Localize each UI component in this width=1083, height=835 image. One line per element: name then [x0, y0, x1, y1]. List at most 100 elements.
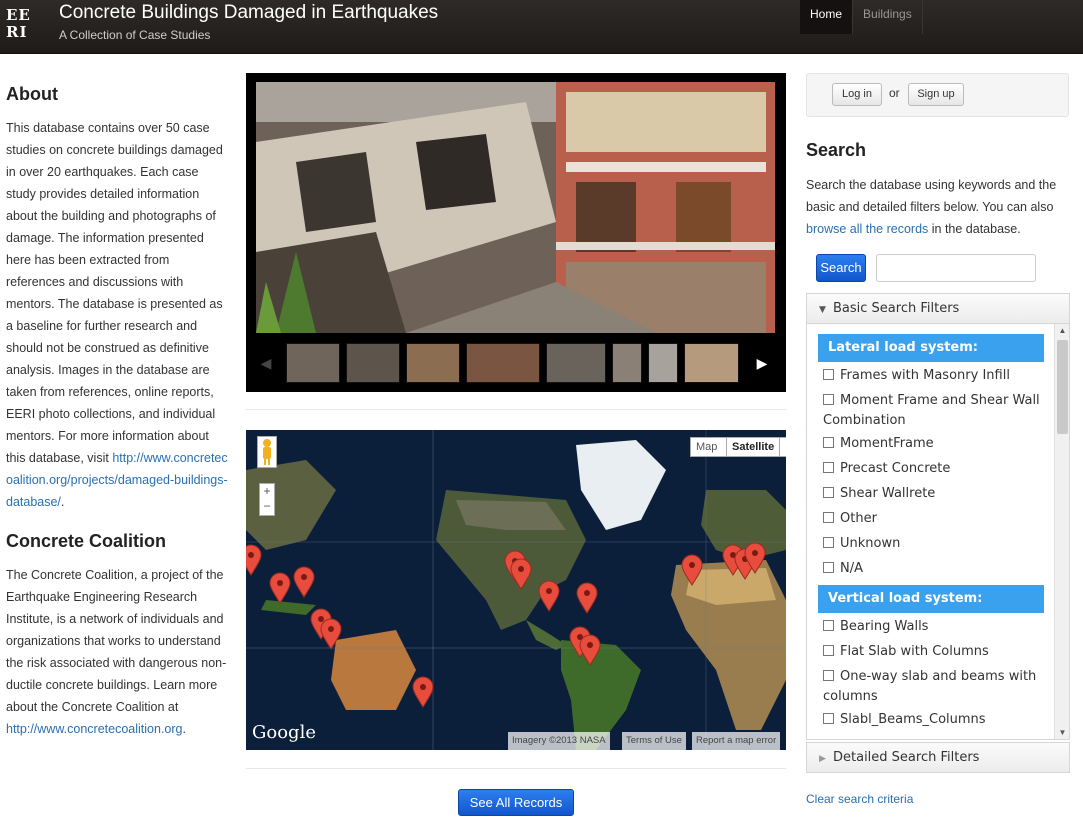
map-type-satellite-button[interactable]: Satellite	[726, 437, 781, 457]
filter-option-label: Frames with Masonry Infill	[840, 368, 1010, 383]
basic-filters-label: Basic Search Filters	[833, 301, 960, 316]
nav-home[interactable]: Home	[800, 0, 854, 34]
filter-option[interactable]: Frames with Masonry Infill	[823, 366, 1051, 386]
caret-right-icon: ▶	[819, 754, 826, 764]
filter-option[interactable]: Moment Frame and Shear Wall Combination	[823, 391, 1051, 431]
coalition-link-suffix: .	[182, 722, 186, 736]
thumbnail[interactable]	[466, 343, 540, 383]
filter-option[interactable]: Precast Concrete	[823, 459, 1051, 479]
filter-option-label: Unknown	[840, 536, 901, 551]
satellite-map[interactable]: + − Map Satellite Google Imagery ©2013 N…	[246, 430, 786, 750]
map-marker-icon[interactable]	[681, 554, 703, 586]
map-marker-icon[interactable]	[320, 618, 342, 650]
basic-search-filters-toggle[interactable]: ▼ Basic Search Filters	[806, 293, 1070, 324]
checkbox[interactable]	[823, 462, 834, 473]
search-heading: Search	[806, 140, 867, 160]
top-navbar: EE RI Concrete Buildings Damaged in Eart…	[0, 0, 1083, 54]
thumbnail[interactable]	[612, 343, 642, 383]
checkbox[interactable]	[823, 645, 834, 656]
account-box: Log in or Sign up	[806, 73, 1069, 117]
filter-option[interactable]: Flat Slab with Columns	[823, 642, 1051, 662]
thumbnail[interactable]	[286, 343, 340, 383]
filter-option[interactable]: Shear Wallrete	[823, 484, 1051, 504]
filter-option[interactable]: One-way slab and beams with columns	[823, 667, 1051, 707]
google-logo[interactable]: Google	[252, 722, 316, 743]
filter-option[interactable]: Bearing Walls	[823, 617, 1051, 637]
map-marker-icon[interactable]	[246, 544, 262, 576]
signup-button[interactable]: Sign up	[908, 83, 964, 106]
coalition-text: The Concrete Coalition, a project of the…	[6, 564, 228, 740]
coalition-body: The Concrete Coalition, a project of the…	[6, 568, 227, 714]
thumbnail[interactable]	[648, 343, 678, 383]
thumbnail[interactable]	[346, 343, 400, 383]
map-marker-icon[interactable]	[412, 676, 434, 708]
about-link-suffix: .	[60, 495, 65, 509]
svg-text:EE: EE	[6, 6, 31, 24]
map-report-error-link[interactable]: Report a map error	[692, 732, 781, 750]
thumbnail[interactable]	[546, 343, 606, 383]
detailed-search-filters-toggle[interactable]: ▶ Detailed Search Filters	[806, 742, 1070, 773]
scroll-down-icon[interactable]: ▼	[1055, 726, 1069, 739]
lateral-load-heading: Lateral load system:	[818, 334, 1044, 362]
divider	[246, 409, 786, 410]
map-imagery-credit: Imagery ©2013 NASA	[508, 732, 610, 750]
basic-filters-panel: Lateral load system: Frames with Masonry…	[806, 324, 1070, 740]
about-text: This database contains over 50 case stud…	[6, 117, 228, 513]
map-marker-icon[interactable]	[293, 566, 315, 598]
see-all-records-button[interactable]: See All Records	[458, 789, 574, 816]
thumbnail[interactable]	[406, 343, 460, 383]
filter-scrollbar[interactable]: ▲ ▼	[1054, 324, 1069, 739]
search-input[interactable]	[876, 254, 1036, 282]
thumbnail[interactable]	[684, 343, 739, 383]
eeri-logo[interactable]: EE RI	[6, 6, 48, 41]
map-marker-icon[interactable]	[510, 558, 532, 590]
search-button[interactable]: Search	[816, 254, 866, 282]
filter-option[interactable]: N/A	[823, 559, 1051, 579]
filter-option-label: One-way slab and beams with columns	[823, 669, 1037, 704]
login-button[interactable]: Log in	[832, 83, 882, 106]
filter-option[interactable]: Other	[823, 509, 1051, 529]
checkbox[interactable]	[823, 537, 834, 548]
street-view-pegman-icon[interactable]	[257, 436, 277, 468]
checkbox[interactable]	[823, 670, 834, 681]
scroll-thumb[interactable]	[1057, 340, 1068, 434]
filter-option-label: Other	[840, 511, 877, 526]
scroll-up-icon[interactable]: ▲	[1055, 324, 1069, 338]
nav-buildings[interactable]: Buildings	[853, 0, 923, 34]
checkbox[interactable]	[823, 394, 834, 405]
map-marker-icon[interactable]	[744, 542, 766, 574]
map-marker-icon[interactable]	[269, 572, 291, 604]
search-desc-text: Search the database using keywords and t…	[806, 178, 1057, 214]
filter-option[interactable]: MomentFrame	[823, 434, 1051, 454]
map-terms-link[interactable]: Terms of Use	[622, 732, 686, 750]
filter-option-label: N/A	[840, 561, 863, 576]
about-heading: About	[6, 84, 58, 104]
clear-search-link[interactable]: Clear search criteria	[806, 792, 913, 806]
chevron-left-icon[interactable]: ◀	[260, 353, 272, 373]
search-description: Search the database using keywords and t…	[806, 174, 1076, 240]
svg-text:RI: RI	[6, 23, 27, 40]
checkbox[interactable]	[823, 369, 834, 380]
site-title[interactable]: Concrete Buildings Damaged in Earthquake…	[59, 2, 438, 24]
checkbox[interactable]	[823, 713, 834, 724]
browse-all-records-link[interactable]: browse all the records	[806, 222, 928, 236]
zoom-in-button[interactable]: +	[260, 484, 274, 499]
checkbox[interactable]	[823, 620, 834, 631]
map-marker-icon[interactable]	[538, 580, 560, 612]
checkbox[interactable]	[823, 512, 834, 523]
map-imagery	[246, 430, 786, 750]
site-subtitle: A Collection of Case Studies	[59, 28, 211, 42]
zoom-control: + −	[259, 483, 275, 516]
checkbox[interactable]	[823, 437, 834, 448]
checkbox[interactable]	[823, 487, 834, 498]
chevron-right-icon[interactable]: ▶	[756, 353, 768, 373]
filter-option[interactable]: Unknown	[823, 534, 1051, 554]
main-photo[interactable]	[256, 82, 775, 333]
filter-option[interactable]: Slabl_Beams_Columns	[823, 710, 1051, 730]
coalition-link[interactable]: http://www.concretecoalition.org	[6, 722, 182, 736]
checkbox[interactable]	[823, 562, 834, 573]
map-marker-icon[interactable]	[579, 634, 601, 666]
zoom-out-button[interactable]: −	[260, 499, 274, 514]
map-marker-icon[interactable]	[576, 582, 598, 614]
filter-option-label: Precast Concrete	[840, 461, 951, 476]
